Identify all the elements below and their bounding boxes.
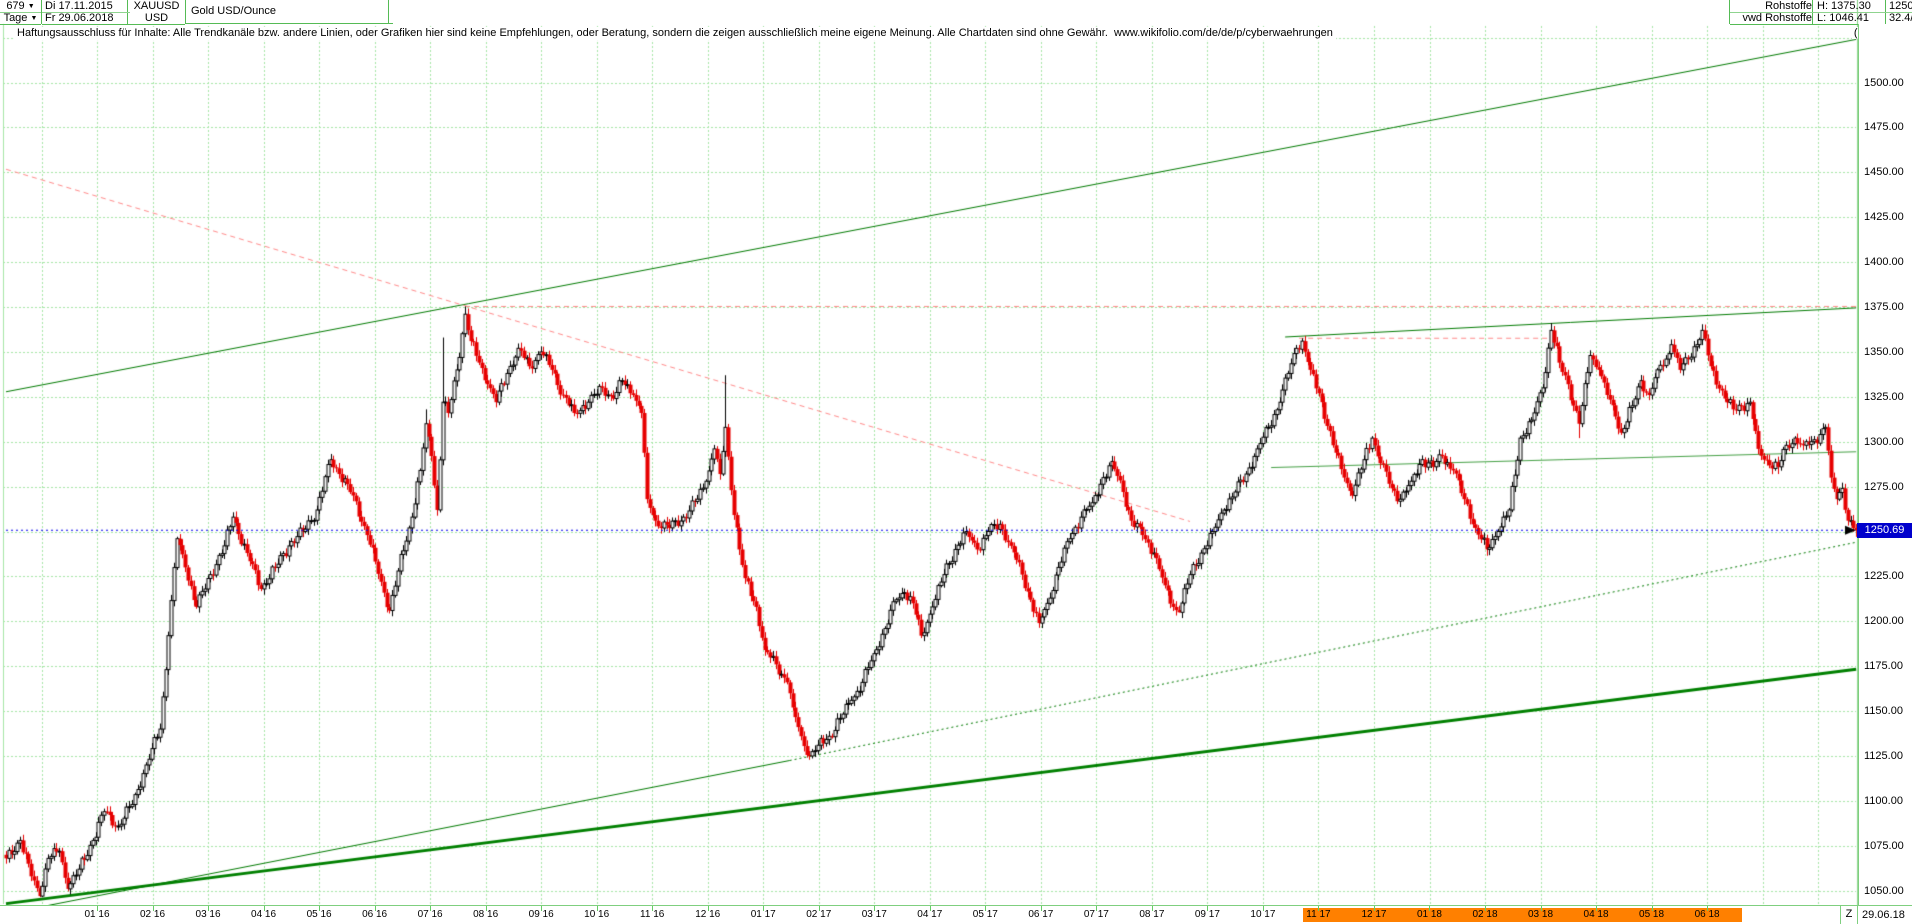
instrument-title: Gold USD/Ounce [186,0,393,24]
month-label: 03 18 [1528,909,1553,920]
group-cell: Rohstoffe vwd Rohstoffe [1729,0,1813,24]
price-tick-label: 1225.00 [1864,570,1904,582]
symbol-cell: XAUUSD USD [128,0,186,24]
price-tick-label: 1075.00 [1864,840,1904,852]
month-label: 01 16 [84,909,109,920]
month-label: 12 16 [695,909,720,920]
price-tick-label: 1200.00 [1864,615,1904,627]
title-cell: Gold USD/Ounce [186,0,389,24]
month-label: 09 17 [1195,909,1220,920]
price-tick-label: 1175.00 [1864,660,1903,672]
month-label: 11 16 [640,909,664,920]
disclaimer-text: Haftungsausschluss für Inhalte: Alle Tre… [14,27,1336,40]
price-tick-label: 1050.00 [1864,885,1904,897]
month-label: 02 16 [140,909,165,920]
month-label: 05 16 [307,909,332,920]
month-label: 04 18 [1584,909,1609,920]
month-label: 09 16 [529,909,554,920]
month-label: 08 16 [473,909,498,920]
month-label: 08 17 [1139,909,1164,920]
high-low-cell: H: 1375.30 L: 1046.41 [1813,0,1886,24]
price-tick-label: 1150.00 [1864,705,1903,717]
month-label: 10 17 [1250,909,1275,920]
chevron-down-icon: ▼ [30,15,37,22]
bars-period-cell: 679 ▼ Tage ▼ [0,0,42,24]
month-label: 06 18 [1695,909,1720,920]
month-label: 03 16 [196,909,221,920]
z-indicator: Z [1840,906,1858,924]
wikifolio-link[interactable]: www.wikifolio.com/de/de/p/cyberwaehrunge… [1114,27,1333,39]
month-label: 11 17 [1306,909,1330,920]
last-range-cell: 1250.69 32.4/305.9 [1886,0,1912,24]
chart-header: 679 ▼ Tage ▼ Di 17.11.2015 Fr 29.06.2018… [0,0,1912,24]
month-label: 03 17 [862,909,887,920]
price-tick-label: 1325.00 [1864,391,1904,403]
month-label: 10 16 [584,909,609,920]
currency-label: USD [128,12,185,25]
month-label: 05 17 [973,909,998,920]
month-label: 05 18 [1639,909,1664,920]
price-axis: 1050.00 1075.00 1100.00 1125.00 1150.00 1175.… [1858,24,1912,905]
group-line2: vwd Rohstoffe [1730,12,1816,25]
month-label: 06 16 [362,909,387,920]
taipan-chart-window: { "header": { "bars_count": "679", "peri… [0,0,1912,924]
price-tick-label: 1425.00 [1864,211,1904,223]
price-tick-label: 1400.00 [1864,256,1904,268]
end-date-label: 29.06.18 [1862,909,1905,921]
month-label: 02 17 [806,909,831,920]
price-tick-label: 1375.00 [1864,301,1904,313]
symbol-label: XAUUSD [128,0,185,12]
month-label: 02 18 [1472,909,1497,920]
date-range-cell: Di 17.11.2015 Fr 29.06.2018 [42,0,128,24]
price-tick-label: 1350.00 [1864,346,1904,358]
month-label: 07 16 [418,909,443,920]
month-label: 06 17 [1028,909,1053,920]
month-label: 01 18 [1417,909,1442,920]
price-tick-label: 1500.00 [1864,77,1904,89]
price-tick-label: 1475.00 [1864,121,1904,133]
price-tick-label: 1125.00 [1864,750,1903,762]
price-tick-label: 1450.00 [1864,166,1904,178]
price-chart-canvas[interactable] [0,0,1912,924]
price-tick-label: 1100.00 [1864,795,1903,807]
month-label: 01 17 [751,909,776,920]
chevron-down-icon: ▼ [28,3,35,10]
price-tick-label: 1275.00 [1864,481,1904,493]
time-axis: Z 29.06.18 01 16 02 16 03 16 04 16 05 16 06 1… [0,905,1912,924]
month-label: 04 16 [251,909,276,920]
month-label: 07 17 [1084,909,1109,920]
period-dropdown[interactable]: Tage ▼ [0,12,41,25]
price-tick-label: 1300.00 [1864,436,1904,448]
month-label: 12 17 [1361,909,1386,920]
last-price-badge: 1250.69 [1857,523,1912,538]
date-to[interactable]: Fr 29.06.2018 [42,12,130,25]
month-label: 04 17 [917,909,942,920]
